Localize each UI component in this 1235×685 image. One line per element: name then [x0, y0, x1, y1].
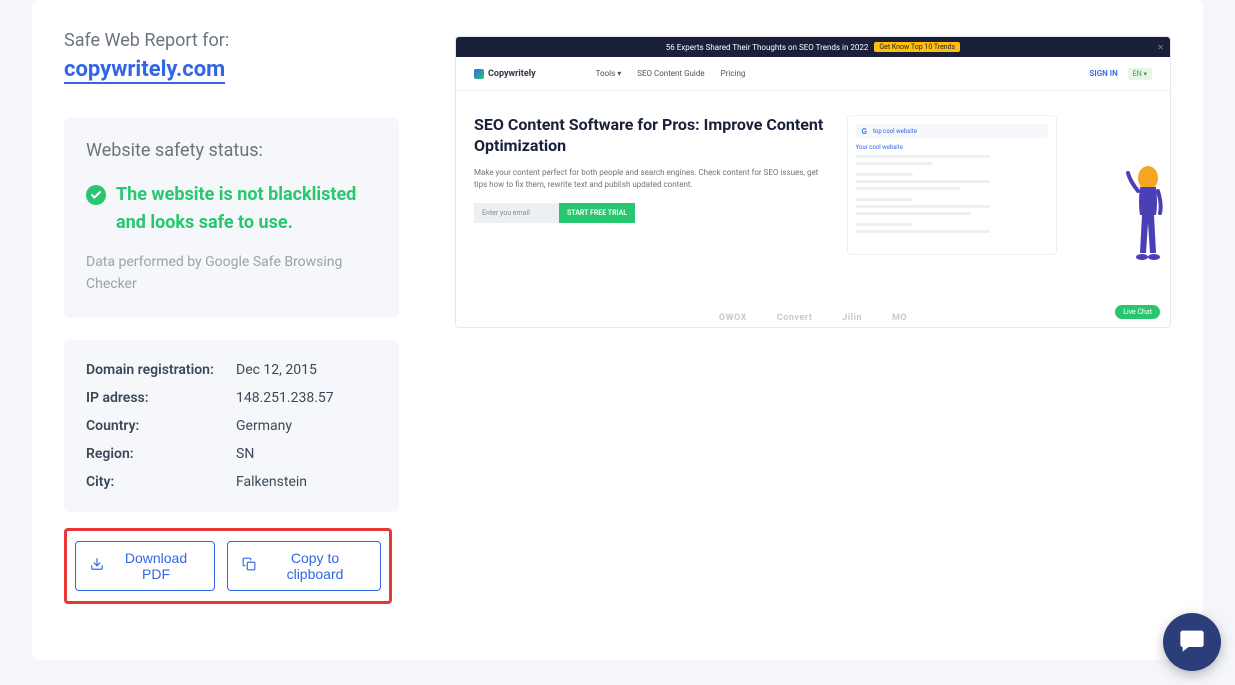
search-text: top cool website [873, 128, 917, 135]
safety-status-panel: Website safety status: The website is no… [64, 118, 399, 318]
email-input: Enter you email [474, 203, 559, 223]
skeleton-line [856, 162, 933, 165]
preview-nav-right: SIGN IN EN ▾ [1090, 68, 1152, 80]
footer-logos: OWOX Convert Jilin MO [456, 313, 1170, 323]
detail-value: Dec 12, 2015 [236, 362, 317, 378]
footer-logo: Convert [777, 313, 812, 323]
detail-row: City: Falkenstein [86, 474, 377, 490]
skeleton-line [856, 205, 990, 208]
skeleton-line [856, 223, 914, 226]
preview-navbar: Copywritely Tools ▾ SEO Content Guide Pr… [456, 57, 1170, 91]
domain-details-panel: Domain registration: Dec 12, 2015 IP adr… [64, 340, 399, 512]
person-illustration [1124, 165, 1171, 265]
chat-icon [1178, 626, 1206, 658]
search-bar-mock: G top cool website [856, 124, 1048, 138]
banner-cta: Get Know Top 10 Trends [874, 42, 960, 52]
footer-logo: MO [892, 313, 907, 323]
preview-top-banner: 56 Experts Shared Their Thoughts on SEO … [456, 37, 1170, 57]
safety-status-line: The website is not blacklisted and looks… [86, 181, 377, 237]
hero-title: SEO Content Software for Pros: Improve C… [474, 115, 827, 157]
chat-fab-button[interactable] [1163, 613, 1221, 671]
nav-link: Tools ▾ [596, 69, 622, 78]
skeleton-line [856, 173, 914, 176]
copy-clipboard-button[interactable]: Copy to clipboard [227, 541, 381, 591]
download-pdf-button[interactable]: Download PDF [75, 541, 215, 591]
preview-logo: Copywritely [474, 69, 536, 79]
skeleton-line [856, 198, 914, 201]
left-column: Safe Web Report for: copywritely.com Web… [32, 30, 427, 634]
detail-label: Region: [86, 446, 236, 462]
signin-link: SIGN IN [1090, 69, 1118, 78]
hero-right: G top cool website Your cool website [847, 115, 1152, 255]
banner-text: 56 Experts Shared Their Thoughts on SEO … [666, 43, 869, 52]
right-column: 56 Experts Shared Their Thoughts on SEO … [427, 30, 1203, 634]
preview-hero: SEO Content Software for Pros: Improve C… [456, 91, 1170, 255]
checkmark-icon [86, 185, 106, 205]
result-title: Your cool website [856, 144, 1048, 151]
footer-logo: Jilin [842, 313, 862, 323]
hero-description: Make your content perfect for both peopl… [474, 167, 827, 191]
website-preview: 56 Experts Shared Their Thoughts on SEO … [455, 36, 1171, 328]
nav-link: Pricing [721, 69, 746, 78]
safety-status-message: The website is not blacklisted and looks… [116, 181, 377, 237]
actions-highlight-box: Download PDF Copy to clipboard [64, 528, 392, 604]
close-icon: ✕ [1157, 43, 1164, 52]
preview-nav-links: Tools ▾ SEO Content Guide Pricing [596, 69, 746, 78]
detail-row: Country: Germany [86, 418, 377, 434]
detail-value: SN [236, 446, 254, 462]
download-pdf-label: Download PDF [112, 550, 200, 582]
skeleton-line [856, 180, 990, 183]
detail-value: 148.251.238.57 [236, 390, 334, 406]
detail-label: City: [86, 474, 236, 490]
logo-text: Copywritely [488, 69, 536, 79]
detail-row: IP adress: 148.251.238.57 [86, 390, 377, 406]
detail-value: Falkenstein [236, 474, 307, 490]
skeleton-line [856, 187, 962, 190]
lang-selector: EN ▾ [1128, 68, 1152, 80]
skeleton-line [856, 212, 971, 215]
download-icon [90, 557, 104, 574]
report-for-label: Safe Web Report for: [64, 30, 399, 51]
nav-link: SEO Content Guide [637, 69, 704, 78]
skeleton-line [856, 230, 990, 233]
detail-label: Country: [86, 418, 236, 434]
safety-status-title: Website safety status: [86, 140, 377, 161]
detail-value: Germany [236, 418, 292, 434]
detail-row: Domain registration: Dec 12, 2015 [86, 362, 377, 378]
report-card: Safe Web Report for: copywritely.com Web… [32, 0, 1203, 660]
email-signup-row: Enter you email START FREE TRIAL [474, 203, 827, 223]
clipboard-icon [242, 557, 256, 574]
detail-label: Domain registration: [86, 362, 236, 378]
hero-illustration-card: G top cool website Your cool website [847, 115, 1057, 255]
copy-clipboard-label: Copy to clipboard [264, 550, 366, 582]
safety-status-source: Data performed by Google Safe Browsing C… [86, 251, 377, 296]
logo-icon [474, 69, 484, 79]
hero-left: SEO Content Software for Pros: Improve C… [474, 115, 827, 255]
detail-row: Region: SN [86, 446, 377, 462]
skeleton-line [856, 155, 990, 158]
google-icon: G [862, 127, 867, 136]
chevron-down-icon: ▾ [617, 69, 621, 78]
footer-logo: OWOX [719, 313, 747, 323]
start-trial-button: START FREE TRIAL [559, 203, 635, 223]
detail-label: IP adress: [86, 390, 236, 406]
domain-link[interactable]: copywritely.com [64, 57, 225, 84]
